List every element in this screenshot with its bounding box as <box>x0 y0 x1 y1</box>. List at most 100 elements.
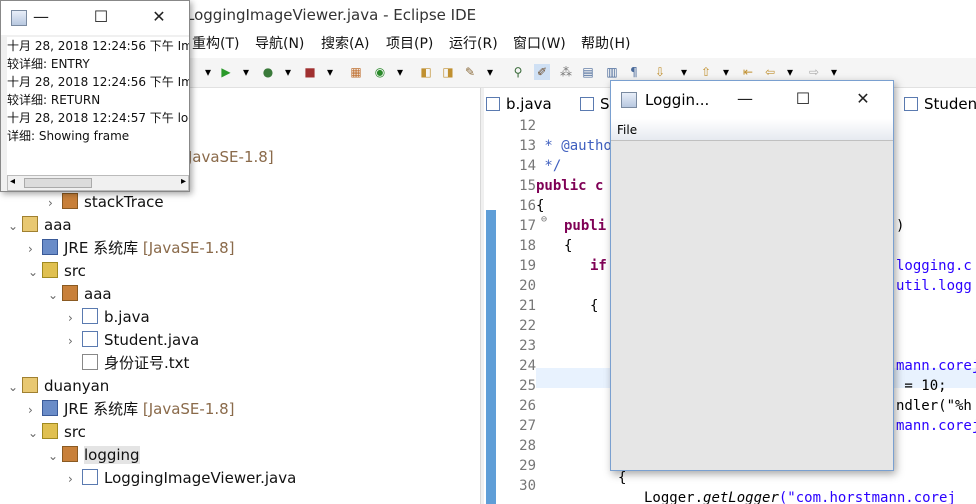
tree-row[interactable]: › JRE 系统库 [JavaSE-1.8] <box>28 398 235 420</box>
block-selection-icon[interactable]: ⁂ <box>558 64 574 80</box>
dropdown-icon[interactable]: ▾ <box>238 64 254 80</box>
menu-help[interactable]: 帮助(H) <box>581 33 630 53</box>
chevron-down-icon[interactable]: ⌄ <box>48 445 62 467</box>
tree-row[interactable]: (JavaSE-1.8] <box>182 146 274 168</box>
pilcrow-icon[interactable]: ¶ <box>626 64 642 80</box>
menu-navigate[interactable]: 导航(N) <box>255 33 304 53</box>
tab-student-2[interactable]: Studen <box>904 95 976 113</box>
dropdown-icon[interactable]: ▾ <box>322 64 338 80</box>
close-icon[interactable]: ✕ <box>853 89 873 108</box>
dropdown-icon[interactable]: ▾ <box>782 64 798 80</box>
scroll-right-icon[interactable]: ▸ <box>181 176 186 187</box>
run-icon[interactable]: ▶ <box>218 64 234 80</box>
fold-toggle-icon[interactable]: ⊖ <box>541 214 547 225</box>
code-line: Logger.getLogger("com.horstmann.corej <box>644 490 956 504</box>
tree-item-label: duanyan <box>44 377 110 395</box>
code-keyword: publi <box>564 218 607 234</box>
log-handler-window: — ☐ ✕ 十月 28, 2018 12:24:56 下午 Imag 较详细: … <box>0 0 190 192</box>
minimize-icon[interactable]: — <box>31 7 51 26</box>
external-tools-icon[interactable]: ■ <box>302 64 318 80</box>
log-line: 详细: Showing frame <box>7 129 130 143</box>
code-string: ("com.horstmann.corej <box>778 490 956 504</box>
tree-item-decoration: [JavaSE-1.8] <box>142 239 235 257</box>
previous-annotation-icon[interactable]: ⇧ <box>698 64 714 80</box>
tree-row[interactable]: 身份证号.txt <box>82 352 189 374</box>
code-line: { <box>536 198 545 214</box>
chevron-down-icon[interactable]: ⌄ <box>48 284 62 306</box>
dropdown-icon[interactable]: ▾ <box>826 64 842 80</box>
dropdown-icon[interactable]: ▾ <box>280 64 296 80</box>
maximize-icon[interactable]: ☐ <box>91 7 111 26</box>
coverage-icon[interactable]: ● <box>260 64 276 80</box>
menu-project[interactable]: 项目(P) <box>386 33 433 53</box>
chevron-down-icon[interactable]: ⌄ <box>8 376 22 398</box>
tree-row[interactable]: › b.java <box>68 306 150 328</box>
tree-item-label: (JavaSE-1.8] <box>182 148 274 166</box>
chevron-right-icon[interactable]: › <box>28 399 42 421</box>
horizontal-scrollbar[interactable]: ◂ ▸ <box>7 175 189 191</box>
tree-row[interactable]: ⌄ duanyan <box>8 375 109 397</box>
tree-row[interactable]: ⌄ logging <box>48 444 140 466</box>
tree-row[interactable]: ⌄ src <box>28 421 86 443</box>
tree-row[interactable]: › JRE 系统库 [JavaSE-1.8] <box>28 237 235 259</box>
word-wrap-icon[interactable]: ▥ <box>604 64 620 80</box>
chevron-right-icon[interactable]: › <box>28 238 42 260</box>
back-icon[interactable]: ⇦ <box>762 64 778 80</box>
tree-row[interactable]: ⌄ aaa <box>48 283 112 305</box>
menu-window[interactable]: 窗口(W) <box>513 33 566 53</box>
chevron-right-icon[interactable]: › <box>48 192 62 214</box>
new-class-icon[interactable]: ◉ <box>372 64 388 80</box>
tree-row[interactable]: › Student.java <box>68 329 199 351</box>
show-whitespace-icon[interactable]: ▤ <box>580 64 596 80</box>
toggle-mark-occurrences-icon[interactable]: ✐ <box>534 64 550 80</box>
code-line: { <box>618 470 627 486</box>
tab-label: Studen <box>924 95 976 113</box>
dropdown-icon[interactable]: ▾ <box>392 64 408 80</box>
chevron-right-icon[interactable]: › <box>68 468 82 490</box>
forward-icon[interactable]: ⇨ <box>806 64 822 80</box>
open-task-icon[interactable]: ◨ <box>440 64 456 80</box>
toggle-breadcrumb-icon[interactable]: ⚲ <box>510 64 526 80</box>
menu-search[interactable]: 搜索(A) <box>321 33 370 53</box>
chevron-down-icon[interactable]: ⌄ <box>28 261 42 283</box>
menu-refactor[interactable]: 重构(T) <box>192 33 239 53</box>
tree-row[interactable]: › stackTrace <box>48 191 164 213</box>
new-package-icon[interactable]: ▦ <box>348 64 364 80</box>
log-line: 较详细: ENTRY <box>7 57 90 71</box>
code-string: mann.corej <box>896 358 976 374</box>
chevron-right-icon[interactable]: › <box>68 307 82 329</box>
java-file-icon <box>904 97 918 111</box>
tab-b-java[interactable]: b.java <box>486 95 552 113</box>
close-icon[interactable]: ✕ <box>149 7 169 26</box>
tree-row[interactable]: ⌄ aaa <box>8 214 72 236</box>
code-string: logging.c <box>896 258 972 274</box>
tree-item-label: stackTrace <box>84 193 164 211</box>
source-folder-icon <box>42 423 58 439</box>
code-fragment: = 10; <box>896 378 947 394</box>
log-line: 较详细: RETURN <box>7 93 101 107</box>
search-icon[interactable]: ✎ <box>462 64 478 80</box>
tree-row[interactable]: ⌄ src <box>28 260 86 282</box>
last-edit-location-icon[interactable]: ⇤ <box>740 64 756 80</box>
line-number: 29 <box>519 458 536 474</box>
line-number: 20 <box>519 278 536 294</box>
open-type-icon[interactable]: ◧ <box>418 64 434 80</box>
menu-run[interactable]: 运行(R) <box>449 33 498 53</box>
tree-row[interactable]: › LoggingImageViewer.java <box>68 467 296 489</box>
scrollbar-thumb[interactable] <box>24 178 92 188</box>
scroll-left-icon[interactable]: ◂ <box>10 176 15 187</box>
dropdown-icon[interactable]: ▾ <box>718 64 734 80</box>
next-annotation-icon[interactable]: ⇩ <box>652 64 668 80</box>
chevron-down-icon[interactable]: ⌄ <box>28 422 42 444</box>
maximize-icon[interactable]: ☐ <box>793 89 813 108</box>
chevron-down-icon[interactable]: ⌄ <box>8 215 22 237</box>
log-text-area[interactable]: 十月 28, 2018 12:24:56 下午 Imag 较详细: ENTRY … <box>7 37 189 175</box>
menu-file[interactable]: File <box>617 123 637 137</box>
line-number: 12 <box>519 118 536 134</box>
dropdown-icon[interactable]: ▾ <box>200 64 216 80</box>
minimize-icon[interactable]: — <box>735 89 755 108</box>
chevron-right-icon[interactable]: › <box>68 330 82 352</box>
dropdown-icon[interactable]: ▾ <box>482 64 498 80</box>
tree-item-label: aaa <box>84 285 112 303</box>
dropdown-icon[interactable]: ▾ <box>676 64 692 80</box>
